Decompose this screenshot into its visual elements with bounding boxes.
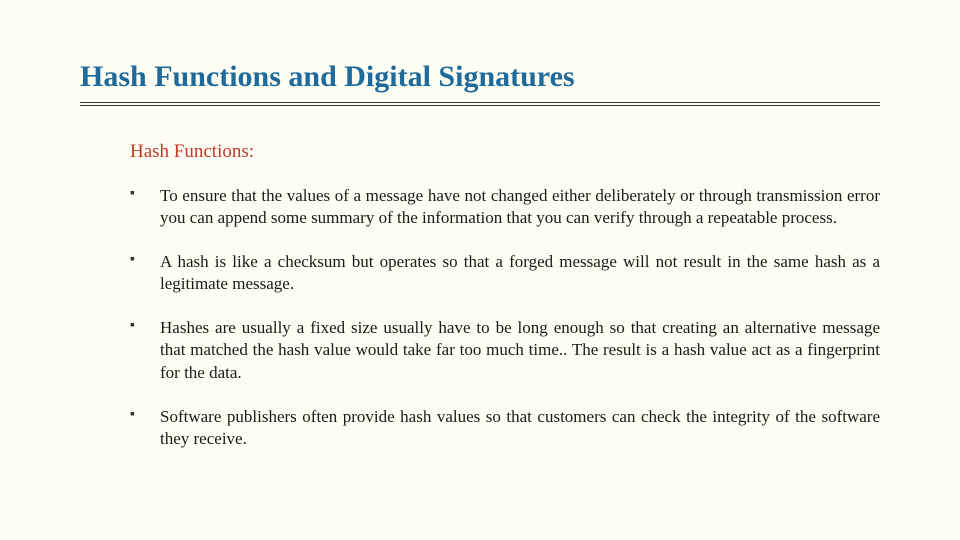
title-divider: [80, 102, 880, 106]
list-item: To ensure that the values of a message h…: [130, 185, 880, 229]
slide: Hash Functions and Digital Signatures Ha…: [0, 0, 960, 540]
slide-title: Hash Functions and Digital Signatures: [80, 60, 880, 94]
list-item: A hash is like a checksum but operates s…: [130, 251, 880, 295]
section-heading: Hash Functions:: [130, 141, 880, 163]
list-item: Software publishers often provide hash v…: [130, 406, 880, 450]
list-item: Hashes are usually a fixed size usually …: [130, 317, 880, 383]
bullet-list: To ensure that the values of a message h…: [130, 185, 880, 450]
